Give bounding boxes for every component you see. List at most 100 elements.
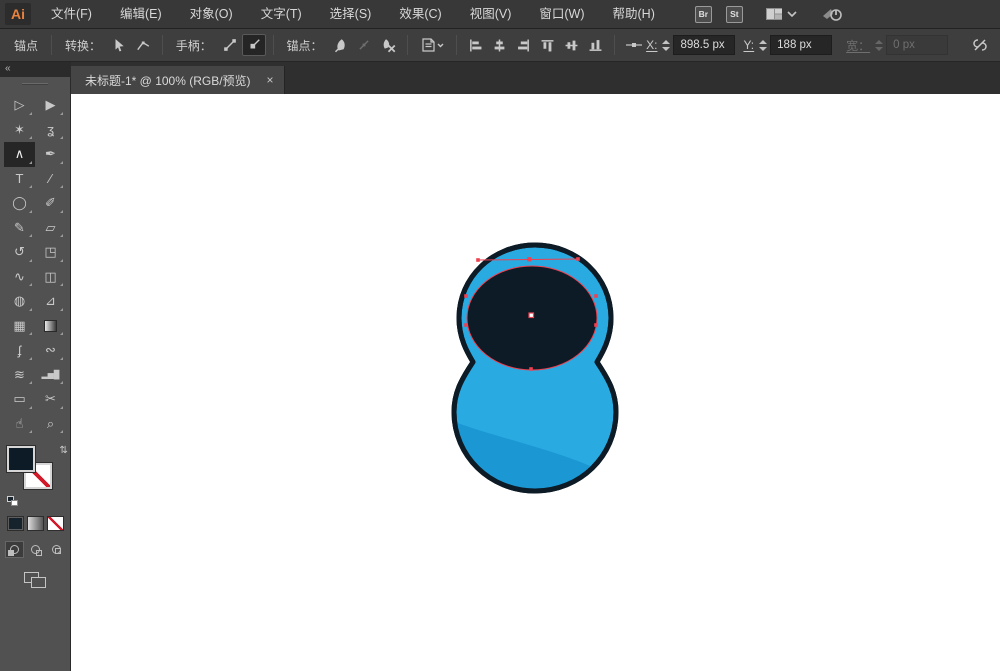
lasso-tool[interactable]: ʓ <box>35 118 66 143</box>
draw-normal-button[interactable] <box>4 541 24 558</box>
y-input[interactable]: 188 px <box>770 35 833 55</box>
selection-tool-icon: ▷ <box>14 97 25 113</box>
pen-tool[interactable]: ✒ <box>35 142 66 167</box>
handle-end-right[interactable] <box>576 257 580 261</box>
direct-selection-tool[interactable]: ▶ <box>35 93 66 118</box>
object-center-point[interactable] <box>528 312 535 319</box>
menu-view[interactable]: 视图(V) <box>456 0 526 29</box>
show-handles-button[interactable] <box>218 34 242 56</box>
menu-effect[interactable]: 效果(C) <box>385 0 455 29</box>
column-graph-tool-icon: ▂▅█ <box>41 370 60 380</box>
anchor-top[interactable] <box>527 257 532 262</box>
selection-tool[interactable]: ▷ <box>4 93 35 118</box>
remove-anchor-button[interactable] <box>352 34 376 56</box>
align-h-center-icon <box>494 39 505 51</box>
paintbrush-tool[interactable]: ✐ <box>35 191 66 216</box>
align-vertical-center-button[interactable] <box>560 34 584 56</box>
convert-label: 转换： <box>65 38 102 53</box>
hide-handles-button[interactable] <box>241 34 266 56</box>
add-anchor-button[interactable] <box>329 34 353 56</box>
anchor-bottom[interactable] <box>529 367 533 371</box>
anchor-left-upper[interactable] <box>464 294 468 298</box>
line-segment-tool[interactable]: ∕ <box>35 167 66 192</box>
tab-close-button[interactable]: × <box>267 73 274 87</box>
draw-behind-button[interactable] <box>26 541 45 558</box>
menu-help[interactable]: 帮助(H) <box>599 0 669 29</box>
slice-tool[interactable]: ✂ <box>35 387 66 412</box>
menu-window[interactable]: 窗口(W) <box>525 0 598 29</box>
dock-collapse-button[interactable]: « <box>0 62 71 77</box>
artboard-canvas[interactable] <box>71 94 1000 671</box>
perspective-grid-tool[interactable]: ⊿ <box>35 289 66 314</box>
stock-button[interactable]: St <box>725 5 743 23</box>
anchor-left-lower[interactable] <box>464 323 468 327</box>
menu-edit[interactable]: 编辑(E) <box>106 0 176 29</box>
x-stepper[interactable] <box>660 35 671 55</box>
convert-to-corner-button[interactable] <box>107 34 131 56</box>
document-tab[interactable]: 未标题-1* @ 100% (RGB/预览) × <box>71 66 285 94</box>
y-position-field: Y: 188 px <box>743 35 833 55</box>
gradient-button[interactable] <box>26 516 44 531</box>
draw-inside-button[interactable] <box>47 541 66 558</box>
artboard-tool[interactable]: ▭ <box>4 387 35 412</box>
gpu-performance-button[interactable] <box>821 6 843 22</box>
workspace-switcher[interactable] <box>765 7 797 21</box>
mesh-tool[interactable]: ▦ <box>4 314 35 339</box>
isolate-object-button[interactable] <box>415 34 449 56</box>
align-horizontal-center-button[interactable] <box>488 34 512 56</box>
reference-point-button[interactable] <box>622 34 646 56</box>
align-vertical-top-button[interactable] <box>536 34 560 56</box>
align-vertical-bottom-button[interactable] <box>583 34 607 56</box>
screen-mode-button[interactable] <box>24 572 46 588</box>
width-label: 宽： <box>846 38 871 53</box>
y-label[interactable]: Y: <box>743 38 754 52</box>
cut-path-button[interactable] <box>376 34 400 56</box>
pencil-tool[interactable]: ✎ <box>4 216 35 241</box>
separator <box>51 35 53 55</box>
constrain-proportions-button[interactable] <box>968 34 992 56</box>
hand-tool[interactable]: ☝ <box>4 412 35 437</box>
zoom-tool[interactable]: ⌕ <box>35 412 66 437</box>
convert-to-smooth-button[interactable] <box>131 34 155 56</box>
width-stepper <box>873 35 884 55</box>
magic-wand-tool[interactable]: ✶ <box>4 118 35 143</box>
tools-dock: « ▷ ▶ ✶ ʓ ∧ ✒ T ∕ ◯ ✐ ✎ ▱ ↺ ◳ ∿ ◫ ◍ ⊿ ▦ … <box>0 62 71 671</box>
mesh-tool-icon: ▦ <box>13 317 26 333</box>
menu-type[interactable]: 文字(T) <box>247 0 316 29</box>
none-button[interactable] <box>46 516 64 531</box>
width-tool[interactable]: ∿ <box>4 265 35 290</box>
rotate-tool[interactable]: ↺ <box>4 240 35 265</box>
anchor-right-lower[interactable] <box>594 323 598 327</box>
ellipse-tool[interactable]: ◯ <box>4 191 35 216</box>
handle-end-left[interactable] <box>476 258 480 262</box>
fill-swatch[interactable] <box>6 445 36 473</box>
x-input[interactable]: 898.5 px <box>673 35 736 55</box>
menu-select[interactable]: 选择(S) <box>316 0 386 29</box>
y-stepper[interactable] <box>757 35 768 55</box>
artboard-tool-icon: ▭ <box>13 391 26 407</box>
gradient-tool[interactable] <box>35 314 66 339</box>
eraser-tool[interactable]: ▱ <box>35 216 66 241</box>
align-horizontal-right-button[interactable] <box>512 34 536 56</box>
symbol-sprayer-tool[interactable]: ≋ <box>4 363 35 388</box>
menu-file[interactable]: 文件(F) <box>37 0 106 29</box>
bridge-button[interactable]: Br <box>694 5 712 23</box>
panel-drag-handle[interactable] <box>22 83 48 85</box>
scale-tool[interactable]: ◳ <box>35 240 66 265</box>
blend-tool[interactable]: ∾ <box>35 338 66 363</box>
free-transform-tool[interactable]: ◫ <box>35 265 66 290</box>
column-graph-tool[interactable]: ▂▅█ <box>35 363 66 388</box>
anchor-right-upper[interactable] <box>594 294 598 298</box>
menu-object[interactable]: 对象(O) <box>176 0 247 29</box>
eyedropper-tool[interactable]: ʄ <box>4 338 35 363</box>
swap-fill-stroke-icon[interactable]: ⇄ <box>57 445 68 453</box>
default-fill-stroke-icon[interactable] <box>7 496 18 506</box>
color-button[interactable] <box>6 516 24 531</box>
shape-builder-tool[interactable]: ◍ <box>4 289 35 314</box>
x-label[interactable]: X: <box>646 38 657 52</box>
pen-tool-icon: ✒ <box>45 146 56 162</box>
align-horizontal-left-button[interactable] <box>464 34 488 56</box>
type-tool[interactable]: T <box>4 167 35 192</box>
x-position-field: X: 898.5 px <box>646 35 736 55</box>
anchor-point-tool[interactable]: ∧ <box>4 142 35 167</box>
